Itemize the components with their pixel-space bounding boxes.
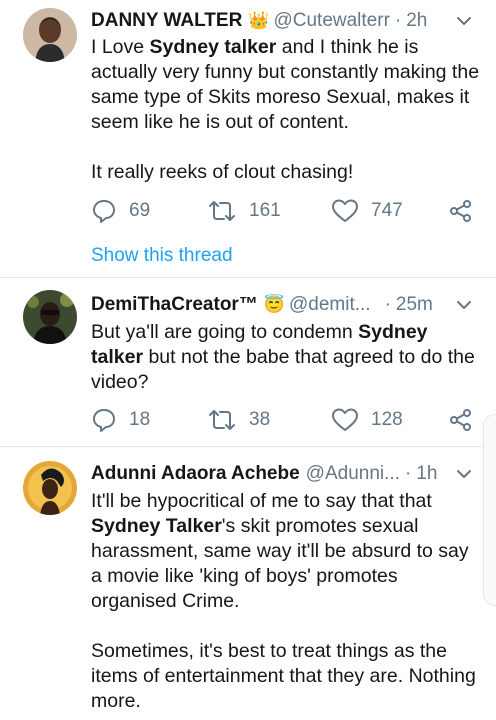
display-name[interactable]: DemiThaCreator™ xyxy=(91,294,258,316)
retweet-icon xyxy=(209,410,235,430)
tweet-actions: 18 38 128 xyxy=(91,405,481,435)
tweet-adunni-adaora-achebe[interactable]: Adunni Adaora Achebe @Adunni... · 1h It'… xyxy=(0,447,496,720)
tweet-text: I Love Sydney talker and I think he is a… xyxy=(91,36,480,183)
timestamp[interactable]: 1h xyxy=(416,463,437,485)
username-handle[interactable]: @Adunni... xyxy=(306,463,400,485)
share-icon xyxy=(450,409,471,431)
retweet-button[interactable]: 38 xyxy=(207,405,270,435)
avatar[interactable] xyxy=(23,461,77,515)
reply-button[interactable]: 18 xyxy=(91,405,150,435)
tweet-actions: 69 161 747 xyxy=(91,196,481,226)
retweet-icon xyxy=(209,201,235,221)
avatar[interactable] xyxy=(23,8,77,62)
reply-count: 18 xyxy=(129,409,151,430)
tweet-text: But ya'll are going to condemn Sydney ta… xyxy=(91,321,475,393)
username-handle[interactable]: @demit... xyxy=(289,294,371,316)
share-button[interactable] xyxy=(449,405,485,435)
tweet-header: DemiThaCreator™ 😇 @demit... · 25m xyxy=(91,293,433,317)
reply-count: 69 xyxy=(129,200,151,221)
retweet-button[interactable]: 161 xyxy=(207,196,281,226)
tweet-danny-walter[interactable]: DANNY WALTER 👑 @Cutewalterr · 2h I Love … xyxy=(0,0,496,276)
like-count: 747 xyxy=(371,200,403,221)
heart-icon xyxy=(332,408,358,431)
retweet-count: 161 xyxy=(249,200,281,221)
tweet-demithacreator[interactable]: DemiThaCreator™ 😇 @demit... · 25m But ya… xyxy=(0,278,496,445)
tweet-header: DANNY WALTER 👑 @Cutewalterr · 2h xyxy=(91,9,427,33)
like-button[interactable]: 747 xyxy=(331,196,403,226)
reply-button[interactable]: 69 xyxy=(91,196,150,226)
timestamp[interactable]: 25m xyxy=(396,294,433,316)
reply-icon xyxy=(93,409,115,432)
avatar-photo xyxy=(23,290,77,344)
display-name[interactable]: Adunni Adaora Achebe xyxy=(91,463,300,485)
chevron-down-icon[interactable] xyxy=(454,464,474,484)
separator-dot: · xyxy=(384,294,391,315)
avatar[interactable] xyxy=(23,290,77,344)
like-count: 128 xyxy=(371,409,403,430)
crown-emoji: 👑 xyxy=(248,11,270,30)
separator-dot: · xyxy=(404,463,412,484)
username-handle[interactable]: @Cutewalterr xyxy=(273,10,389,32)
display-name[interactable]: DANNY WALTER xyxy=(91,10,242,32)
show-this-thread-link[interactable]: Show this thread xyxy=(91,245,233,267)
chevron-down-icon[interactable] xyxy=(454,295,474,315)
separator-dot: · xyxy=(394,10,402,31)
chevron-down-icon[interactable] xyxy=(454,11,474,31)
angel-emoji: 😇 xyxy=(263,295,285,314)
mention-sydney-talker: Sydney Talker xyxy=(91,515,222,537)
heart-icon xyxy=(332,199,358,222)
reply-icon xyxy=(93,200,115,223)
share-icon xyxy=(450,200,471,222)
like-button[interactable]: 128 xyxy=(331,405,403,435)
avatar-photo xyxy=(23,8,77,62)
avatar-photo xyxy=(23,461,77,515)
tweet-header: Adunni Adaora Achebe @Adunni... · 1h xyxy=(91,462,437,486)
mention-sydney-talker: Sydney talker xyxy=(149,36,277,58)
share-button[interactable] xyxy=(449,196,485,226)
tweet-text: It'll be hypocritical of me to say that … xyxy=(91,490,476,712)
scroll-handle[interactable] xyxy=(483,414,496,606)
timestamp[interactable]: 2h xyxy=(406,10,427,32)
retweet-count: 38 xyxy=(249,409,271,430)
